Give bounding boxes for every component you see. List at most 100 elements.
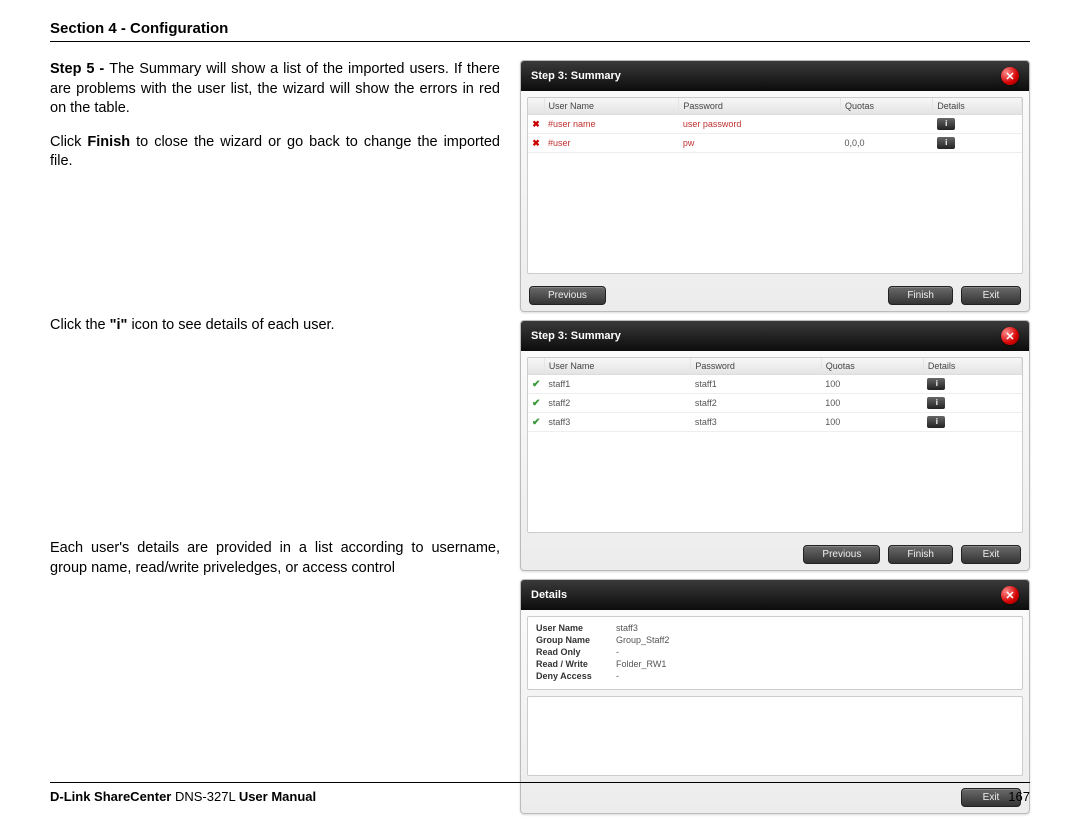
- check-icon: ✔: [532, 417, 540, 428]
- cell-quota: 100: [821, 375, 923, 394]
- table-row: ✖ #user nameuser password i: [528, 115, 1022, 134]
- col-quotas: Quotas: [821, 358, 923, 375]
- details-key: User Name: [536, 623, 616, 633]
- cell-details: i: [923, 413, 1021, 432]
- info-icon[interactable]: i: [927, 397, 945, 409]
- cell-username: staff2: [544, 394, 690, 413]
- error-icon: ✖: [532, 119, 540, 129]
- col-details: Details: [933, 98, 1022, 115]
- cell-quota: 100: [821, 394, 923, 413]
- i-word: "i": [110, 317, 128, 333]
- finish-word: Finish: [87, 134, 130, 150]
- details-paragraph: Each user's details are provided in a li…: [50, 539, 500, 578]
- details-value: Folder_RW1: [616, 659, 666, 669]
- details-key: Read Only: [536, 647, 616, 657]
- cell-username: staff3: [544, 413, 690, 432]
- col-username: User Name: [544, 98, 679, 115]
- col-password: Password: [691, 358, 821, 375]
- previous-button[interactable]: Previous: [529, 286, 606, 305]
- panel1-table-box: User Name Password Quotas Details ✖ #user…: [527, 97, 1023, 274]
- summary-panel-errors: Step 3: Summary ✕ User Name Password Quo…: [520, 60, 1030, 312]
- content-area: Step 5 - The Summary will show a list of…: [50, 60, 1030, 822]
- col-password: Password: [679, 98, 841, 115]
- cell-details: i: [923, 394, 1021, 413]
- cell-details: i: [933, 134, 1022, 153]
- panel1-buttons: Previous Finish Exit: [521, 280, 1029, 311]
- details-row: Read / WriteFolder_RW1: [536, 659, 1014, 669]
- details-row: Read Only-: [536, 647, 1014, 657]
- details-value: staff3: [616, 623, 638, 633]
- cell-details: i: [923, 375, 1021, 394]
- info-icon[interactable]: i: [927, 416, 945, 428]
- page-number: 167: [1008, 789, 1030, 804]
- panel1-title: Step 3: Summary: [531, 70, 621, 82]
- left-column: Step 5 - The Summary will show a list of…: [50, 60, 520, 822]
- cell-quota: 100: [821, 413, 923, 432]
- details-row: Deny Access-: [536, 671, 1014, 681]
- finish-paragraph: Click Finish to close the wizard or go b…: [50, 133, 500, 172]
- exit-button[interactable]: Exit: [961, 286, 1021, 305]
- details-key: Deny Access: [536, 671, 616, 681]
- check-icon: ✔: [532, 379, 540, 390]
- summary-panel-ok: Step 3: Summary ✕ User Name Password Quo…: [520, 320, 1030, 571]
- blank-area: [527, 696, 1023, 776]
- i-icon-paragraph: Click the "i" icon to see details of eac…: [50, 316, 500, 336]
- panel-title-bar: Details ✕: [521, 580, 1029, 610]
- panel3-title: Details: [531, 589, 567, 601]
- right-column: Step 3: Summary ✕ User Name Password Quo…: [520, 60, 1030, 822]
- table-row: ✔staff1staff1100i: [528, 375, 1022, 394]
- cell-username: #user: [544, 134, 679, 153]
- cell-details: i: [933, 115, 1022, 134]
- page-header: Section 4 - Configuration: [50, 20, 1030, 42]
- table-row: ✔staff2staff2100i: [528, 394, 1022, 413]
- step5-label: Step 5 -: [50, 61, 109, 77]
- info-icon[interactable]: i: [937, 118, 955, 130]
- panel-title-bar: Step 3: Summary ✕: [521, 321, 1029, 351]
- table-row: ✖ #userpw0,0,0 i: [528, 134, 1022, 153]
- step5-text: The Summary will show a list of the impo…: [50, 61, 500, 116]
- col-quotas: Quotas: [840, 98, 932, 115]
- cell-password: staff3: [691, 413, 821, 432]
- panel2-title: Step 3: Summary: [531, 330, 621, 342]
- section-title: Section 4 - Configuration: [50, 20, 228, 37]
- summary-table-ok: User Name Password Quotas Details ✔ staff…: [528, 358, 1022, 432]
- details-row: User Namestaff3: [536, 623, 1014, 633]
- details-row: Group NameGroup_Staff2: [536, 635, 1014, 645]
- details-body: User Namestaff3Group NameGroup_Staff2Rea…: [527, 616, 1023, 690]
- close-icon[interactable]: ✕: [1001, 327, 1019, 345]
- details-key: Read / Write: [536, 659, 616, 669]
- col-username: User Name: [544, 358, 690, 375]
- exit-button[interactable]: Exit: [961, 545, 1021, 564]
- finish-button[interactable]: Finish: [888, 286, 953, 305]
- cell-username: #user name: [544, 115, 679, 134]
- panel2-buttons: Previous Finish Exit: [521, 539, 1029, 570]
- info-icon[interactable]: i: [937, 137, 955, 149]
- panel-title-bar: Step 3: Summary ✕: [521, 61, 1029, 91]
- details-value: -: [616, 647, 619, 657]
- details-value: -: [616, 671, 619, 681]
- error-icon: ✖: [532, 138, 540, 148]
- cell-username: staff1: [544, 375, 690, 394]
- cell-password: staff2: [691, 394, 821, 413]
- summary-table-errors: User Name Password Quotas Details ✖ #user…: [528, 98, 1022, 153]
- check-icon: ✔: [532, 398, 540, 409]
- panel2-table-box: User Name Password Quotas Details ✔ staff…: [527, 357, 1023, 533]
- cell-quota: 0,0,0: [840, 134, 932, 153]
- close-icon[interactable]: ✕: [1001, 586, 1019, 604]
- details-key: Group Name: [536, 635, 616, 645]
- table-row: ✔staff3staff3100i: [528, 413, 1022, 432]
- step5-paragraph: Step 5 - The Summary will show a list of…: [50, 60, 500, 119]
- col-details: Details: [923, 358, 1021, 375]
- info-icon[interactable]: i: [927, 378, 945, 390]
- details-value: Group_Staff2: [616, 635, 669, 645]
- footer-product: D-Link ShareCenter DNS-327L User Manual: [50, 789, 316, 804]
- previous-button[interactable]: Previous: [803, 545, 880, 564]
- cell-password: user password: [679, 115, 841, 134]
- page-footer: D-Link ShareCenter DNS-327L User Manual …: [50, 782, 1030, 804]
- cell-password: staff1: [691, 375, 821, 394]
- cell-password: pw: [679, 134, 841, 153]
- details-panel: Details ✕ User Namestaff3Group NameGroup…: [520, 579, 1030, 814]
- close-icon[interactable]: ✕: [1001, 67, 1019, 85]
- cell-quota: [840, 115, 932, 134]
- finish-button[interactable]: Finish: [888, 545, 953, 564]
